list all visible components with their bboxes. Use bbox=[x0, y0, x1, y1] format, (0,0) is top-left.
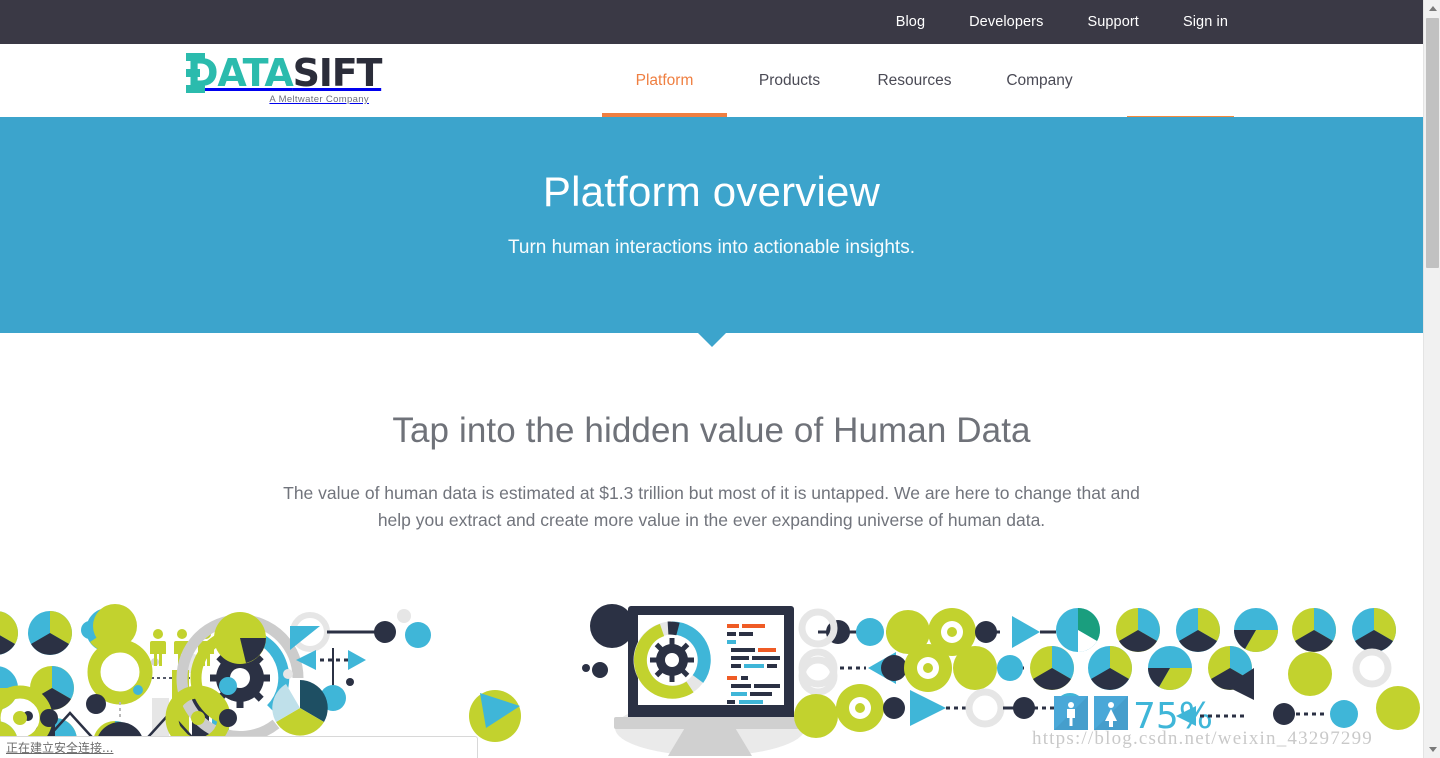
utility-bar: Blog Developers Support Sign in bbox=[0, 0, 1423, 44]
utility-link-support[interactable]: Support bbox=[1087, 14, 1139, 30]
logo-wordmark: DATA SIFT bbox=[186, 49, 382, 93]
browser-status-bar: 正在建立安全连接... bbox=[0, 736, 478, 758]
analytics-monitor bbox=[582, 604, 838, 756]
hero-banner: Platform overview Turn human interaction… bbox=[0, 117, 1423, 347]
hero-subtitle: Turn human interactions into actionable … bbox=[508, 237, 915, 259]
page-viewport: Blog Developers Support Sign in DATA SIF… bbox=[0, 0, 1423, 758]
data-network-illustration: 75% bbox=[0, 598, 1423, 758]
logo-tagline: A Meltwater Company bbox=[269, 94, 369, 105]
scroll-up-arrow-icon[interactable] bbox=[1424, 0, 1440, 17]
utility-link-blog[interactable]: Blog bbox=[896, 14, 925, 30]
logo-text-sift: SIFT bbox=[292, 51, 383, 95]
site-header: DATA SIFT A Meltwater Company Platform P… bbox=[0, 44, 1423, 146]
value-heading: Tap into the hidden value of Human Data bbox=[392, 411, 1031, 450]
browser-page: Blog Developers Support Sign in DATA SIF… bbox=[0, 0, 1440, 758]
nav-item-products[interactable]: Products bbox=[727, 44, 852, 117]
nav-item-platform[interactable]: Platform bbox=[602, 44, 727, 117]
scrollbar-thumb[interactable] bbox=[1426, 18, 1439, 268]
page-title: Platform overview bbox=[542, 168, 881, 215]
scroll-down-arrow-icon[interactable] bbox=[1424, 741, 1440, 758]
vertical-scrollbar[interactable] bbox=[1423, 0, 1440, 758]
value-paragraph: The value of human data is estimated at … bbox=[283, 483, 1140, 530]
hero-arrow-down-icon bbox=[697, 333, 726, 347]
value-section: Tap into the hidden value of Human Data … bbox=[0, 333, 1423, 533]
nav-item-company[interactable]: Company bbox=[977, 44, 1102, 117]
main-navigation: Platform Products Resources Company bbox=[602, 44, 1102, 117]
status-text: 正在建立安全连接... bbox=[6, 741, 114, 755]
utility-link-sign-in[interactable]: Sign in bbox=[1183, 14, 1228, 30]
utility-link-developers[interactable]: Developers bbox=[969, 14, 1043, 30]
nav-item-resources[interactable]: Resources bbox=[852, 44, 977, 117]
datasift-logo[interactable]: DATA SIFT A Meltwater Company bbox=[186, 49, 382, 105]
